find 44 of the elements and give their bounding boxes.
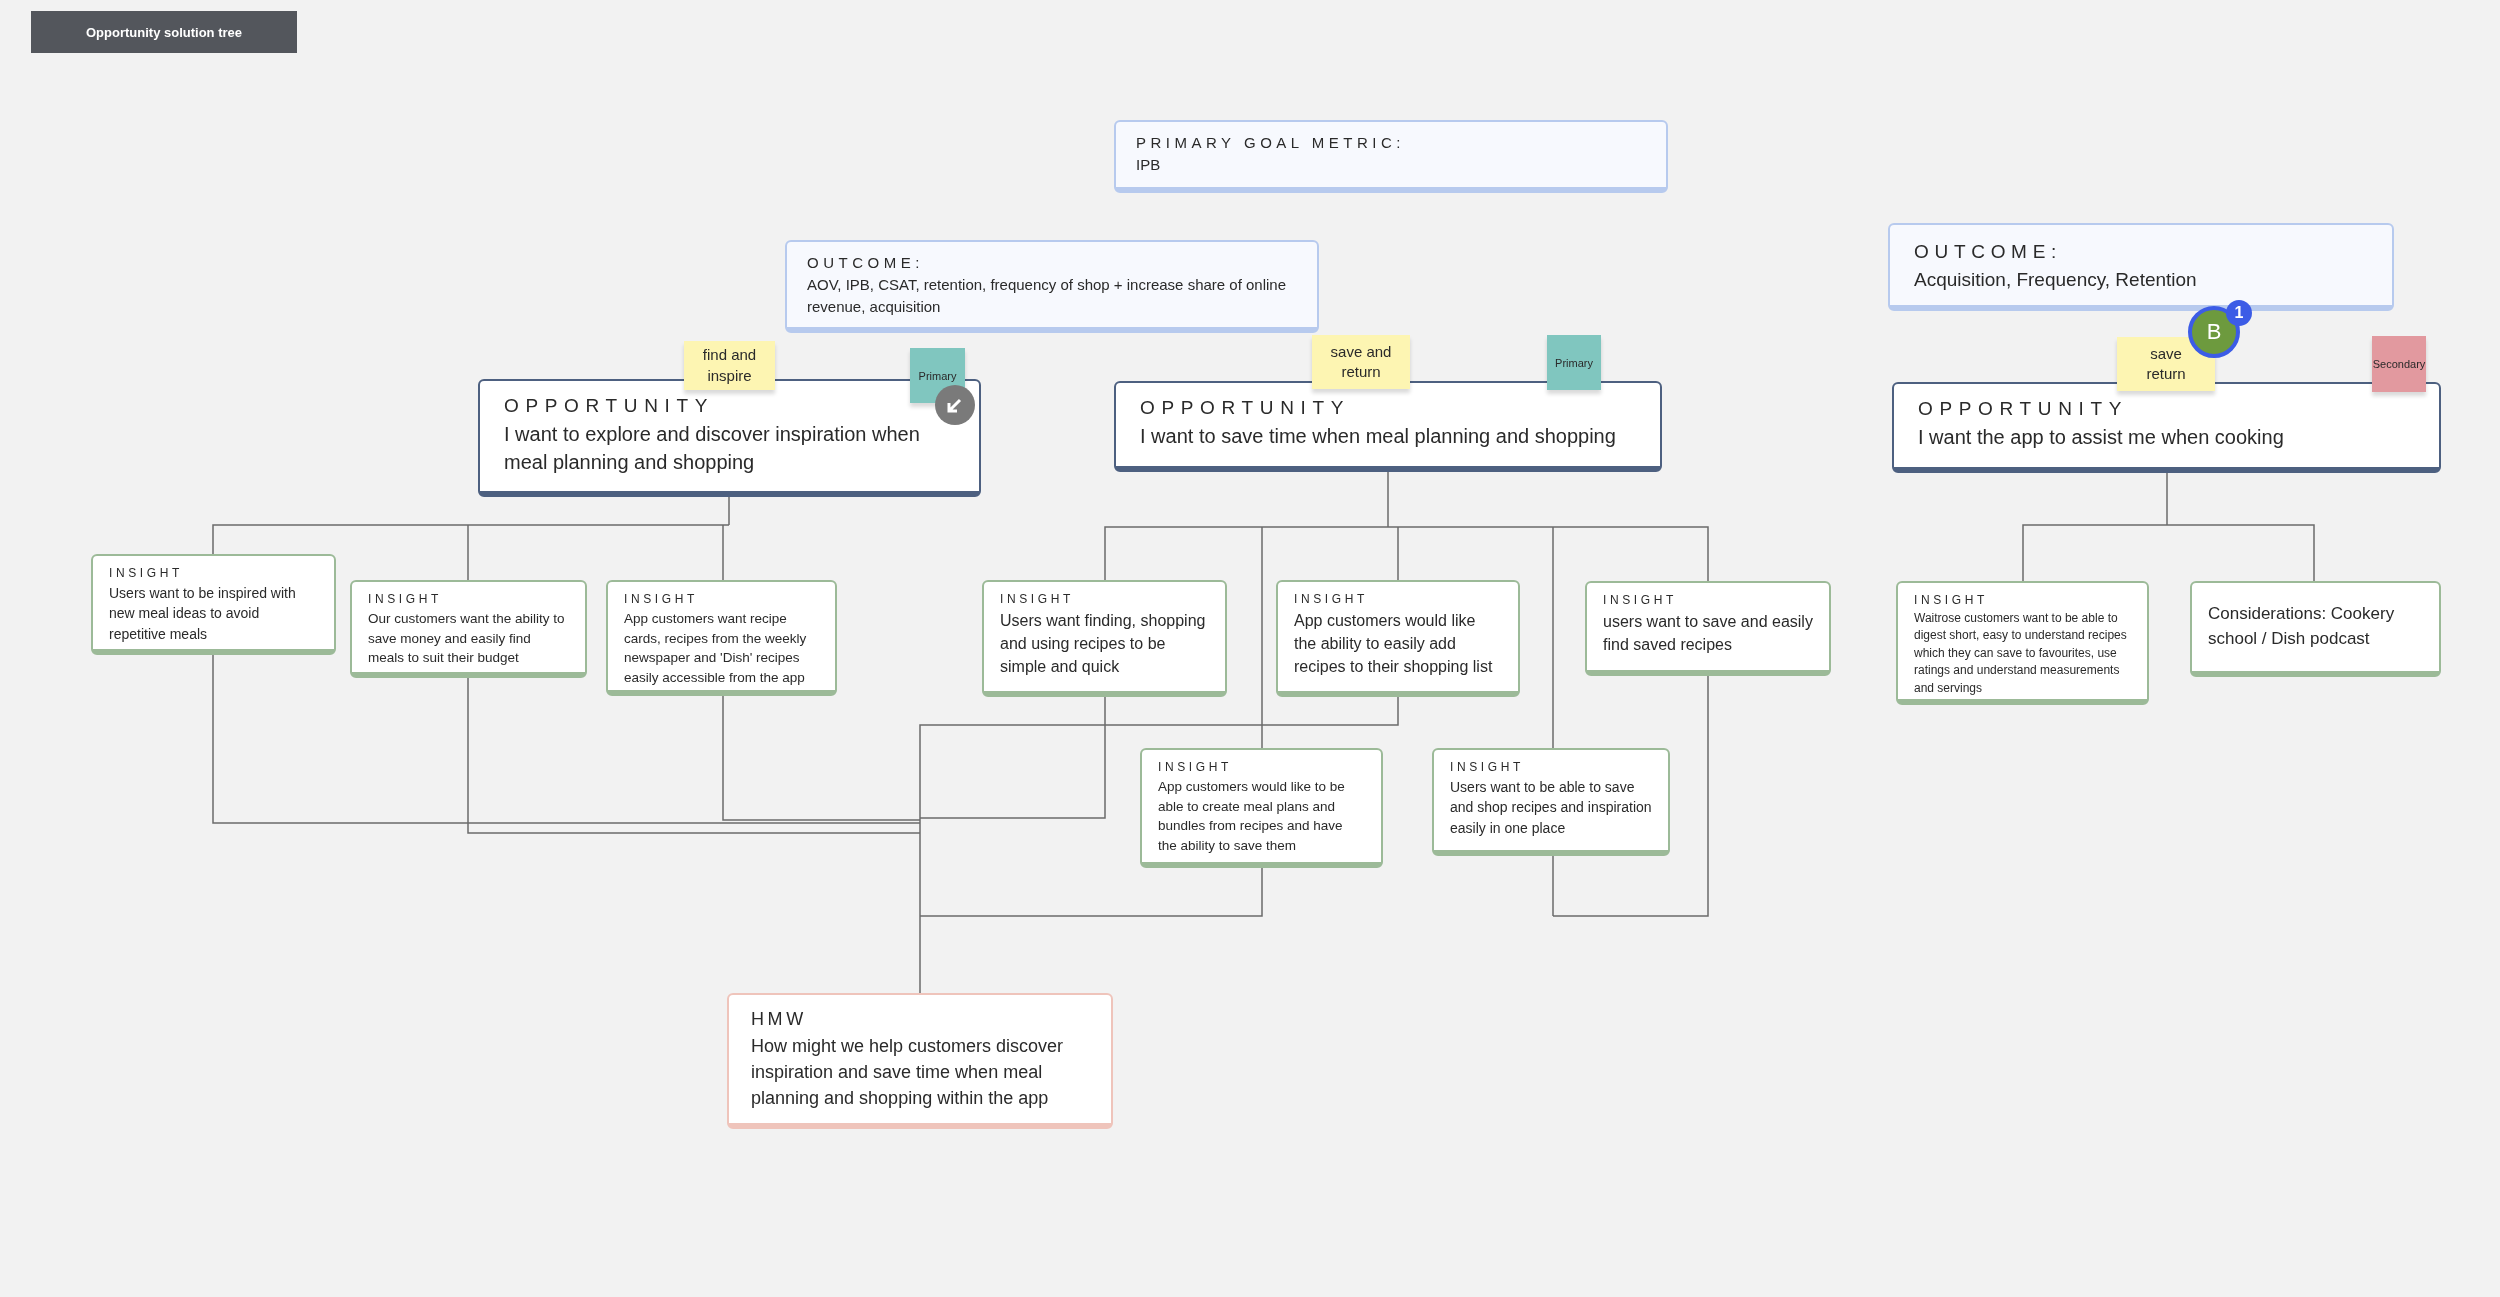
sticky-text: Secondary	[2372, 358, 2426, 370]
sticky-text: Primary	[1555, 356, 1593, 369]
card-text: Our customers want the ability to save money and easily find meals to suit their budget	[368, 610, 566, 668]
sticky-text: save	[2150, 343, 2182, 364]
card-label: INSIGHT	[1450, 760, 1525, 774]
card-label: INSIGHT	[1158, 760, 1233, 774]
card-text: How might we help customers discover inspiration and save time when meal planning and shopping within the app	[751, 1035, 1065, 1111]
card-label: INSIGHT	[1914, 593, 1989, 607]
card-text: I want to explore and discover inspiration when meal planning and shopping	[504, 422, 921, 475]
card-text: users want to save and easily find saved recipes	[1603, 612, 1813, 656]
card-label: OPPORTUNITY	[1918, 398, 2130, 420]
card-text: AOV, IPB, CSAT, retention, frequency of shop + increase share of online revenue, acquisition	[807, 275, 1288, 317]
card-label: INSIGHT	[109, 566, 184, 580]
card-label: HMW	[751, 1009, 808, 1030]
card-text: Considerations: Cookery school / Dish podcast	[2208, 603, 2396, 650]
card-text: Waitrose customers want to be able to digest short, easy to understand recipes which they can save to favourites, use ratings and understand measurements and servings	[1914, 610, 2128, 697]
arrow-circle-icon[interactable]	[935, 385, 975, 425]
sticky-text: return	[2146, 364, 2186, 384]
frame-title[interactable]: Opportunity solution tree	[31, 11, 297, 53]
card-text: I want to save time when meal planning and shopping	[1140, 424, 1617, 449]
card-label: OPPORTUNITY	[504, 395, 716, 417]
card-text: IPB	[1136, 155, 1162, 175]
sticky-text: save and	[1330, 341, 1392, 362]
sticky-text: find and	[702, 345, 757, 366]
card-text: Acquisition, Frequency, Retention	[1914, 268, 2198, 292]
card-label: OUTCOME:	[1914, 241, 2063, 263]
sticky-text: Primary	[918, 369, 957, 382]
card-text: App customers would like the ability to easily add recipes to their shopping list	[1294, 611, 1494, 678]
sticky-text: inspire	[707, 365, 752, 386]
card-text: Users want finding, shopping and using recipes to be simple and quick	[1000, 611, 1207, 678]
card-label: INSIGHT	[1294, 592, 1369, 606]
card-label: INSIGHT	[1000, 592, 1075, 606]
card-label: INSIGHT	[624, 592, 699, 606]
card-text: I want the app to assist me when cooking	[1918, 425, 2285, 450]
card-text: Users want to be able to save and shop recipes and inspiration easily in one place	[1450, 778, 1652, 838]
card-label: PRIMARY GOAL METRIC:	[1136, 134, 1406, 151]
sticky-text: return	[1341, 362, 1381, 382]
card-label: INSIGHT	[1603, 593, 1678, 607]
card-label: OUTCOME:	[807, 254, 925, 271]
card-label: OPPORTUNITY	[1140, 397, 1352, 419]
card-text: Users want to be inspired with new meal ideas to avoid repetitive meals	[109, 584, 297, 644]
card-label: INSIGHT	[368, 592, 443, 606]
card-text: App customers would like to be able to create meal plans and bundles from recipes and have the ability to save them	[1158, 778, 1346, 855]
card-text: App customers want recipe cards, recipes from the weekly newspaper and 'Dish' recipes easily accessible from the app	[624, 610, 808, 687]
